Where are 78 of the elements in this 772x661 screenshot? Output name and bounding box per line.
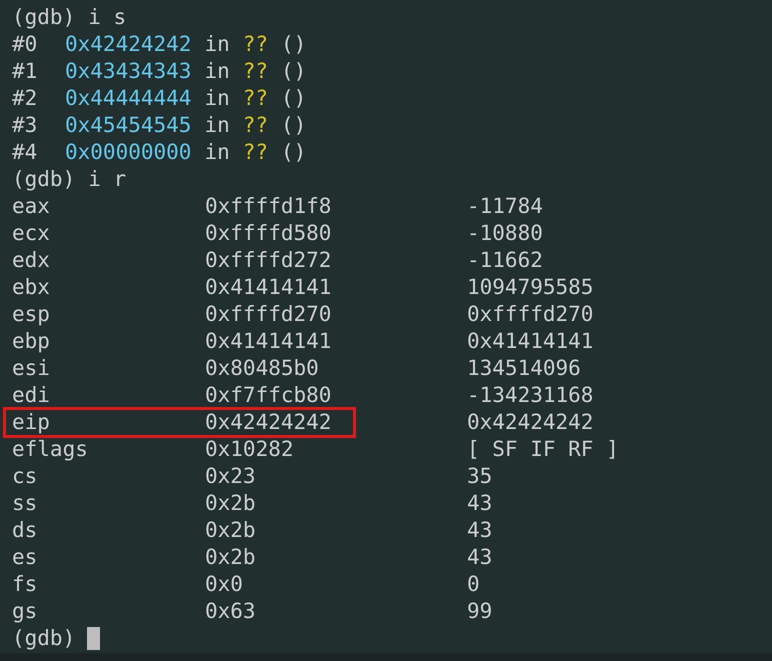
function-name: ?? bbox=[242, 85, 268, 112]
gdb-prompt: (gdb) bbox=[12, 166, 76, 193]
register-natural-value: 35 bbox=[467, 463, 492, 490]
register-name: eip bbox=[12, 409, 51, 436]
function-args: () bbox=[281, 58, 306, 85]
register-natural-value: -134231168 bbox=[467, 382, 594, 409]
function-args: () bbox=[281, 85, 306, 112]
register-name: ds bbox=[12, 517, 38, 544]
register-natural-value: 0xffffd270 bbox=[467, 301, 594, 328]
register-name: edx bbox=[12, 247, 51, 274]
frame-number: #2 bbox=[12, 85, 38, 112]
register-name: ecx bbox=[12, 220, 51, 247]
in-keyword: in bbox=[204, 112, 230, 139]
frame-number: #3 bbox=[12, 112, 38, 139]
register-name: fs bbox=[12, 571, 38, 598]
register-hex-value: 0x80485b0 bbox=[205, 355, 319, 382]
gdb-prompt: (gdb) bbox=[12, 625, 76, 652]
register-hex-value: 0x10282 bbox=[205, 436, 294, 463]
register-name: eax bbox=[12, 193, 51, 220]
frame-address: 0x45454545 bbox=[65, 112, 192, 139]
register-natural-value: 99 bbox=[467, 598, 492, 625]
frame-address: 0x42424242 bbox=[65, 31, 192, 58]
register-natural-value: 43 bbox=[467, 517, 492, 544]
register-hex-value: 0xffffd1f8 bbox=[205, 193, 332, 220]
register-natural-value: 1094795585 bbox=[467, 274, 594, 301]
register-name: gs bbox=[12, 598, 38, 625]
register-natural-value: -10880 bbox=[467, 220, 543, 247]
frame-address: 0x00000000 bbox=[65, 139, 192, 166]
register-name: esi bbox=[12, 355, 51, 382]
register-name: ebx bbox=[12, 274, 51, 301]
register-name: es bbox=[12, 544, 38, 571]
register-natural-value: 0x41414141 bbox=[467, 328, 594, 355]
frame-number: #0 bbox=[12, 31, 38, 58]
function-name: ?? bbox=[242, 112, 268, 139]
register-name: eflags bbox=[12, 436, 89, 463]
register-hex-value: 0xffffd270 bbox=[205, 301, 332, 328]
register-hex-value: 0x0 bbox=[205, 571, 243, 598]
in-keyword: in bbox=[204, 58, 230, 85]
frame-address: 0x43434343 bbox=[65, 58, 192, 85]
register-natural-value: 134514096 bbox=[467, 355, 581, 382]
register-name: ss bbox=[12, 490, 38, 517]
register-hex-value: 0x42424242 bbox=[205, 409, 332, 436]
in-keyword: in bbox=[204, 139, 230, 166]
function-args: () bbox=[281, 139, 306, 166]
frame-number: #1 bbox=[12, 58, 38, 85]
register-name: edi bbox=[12, 382, 51, 409]
register-hex-value: 0x41414141 bbox=[205, 328, 332, 355]
register-hex-value: 0xffffd580 bbox=[205, 220, 332, 247]
frame-address: 0x44444444 bbox=[65, 85, 192, 112]
command-text: i s bbox=[88, 4, 126, 31]
register-hex-value: 0x63 bbox=[205, 598, 256, 625]
function-name: ?? bbox=[242, 31, 268, 58]
register-natural-value: [ SF IF RF ] bbox=[467, 436, 619, 463]
register-hex-value: 0xf7ffcb80 bbox=[205, 382, 332, 409]
gdb-prompt: (gdb) bbox=[12, 4, 76, 31]
register-natural-value: -11784 bbox=[467, 193, 543, 220]
command-text: i r bbox=[88, 166, 126, 193]
in-keyword: in bbox=[204, 31, 230, 58]
register-natural-value: 0 bbox=[467, 571, 480, 598]
register-name: ebp bbox=[12, 328, 51, 355]
register-name: cs bbox=[12, 463, 38, 490]
register-hex-value: 0x23 bbox=[205, 463, 256, 490]
function-name: ?? bbox=[242, 58, 268, 85]
register-name: esp bbox=[12, 301, 51, 328]
frame-number: #4 bbox=[12, 139, 38, 166]
register-natural-value: 43 bbox=[467, 490, 492, 517]
register-hex-value: 0x41414141 bbox=[205, 274, 332, 301]
register-hex-value: 0xffffd272 bbox=[205, 247, 332, 274]
in-keyword: in bbox=[204, 85, 230, 112]
register-natural-value: -11662 bbox=[467, 247, 543, 274]
function-name: ?? bbox=[242, 139, 268, 166]
register-natural-value: 0x42424242 bbox=[467, 409, 594, 436]
register-hex-value: 0x2b bbox=[205, 544, 256, 571]
register-hex-value: 0x2b bbox=[205, 490, 256, 517]
function-args: () bbox=[281, 31, 306, 58]
function-args: () bbox=[281, 112, 306, 139]
register-hex-value: 0x2b bbox=[205, 517, 256, 544]
register-natural-value: 43 bbox=[467, 544, 492, 571]
